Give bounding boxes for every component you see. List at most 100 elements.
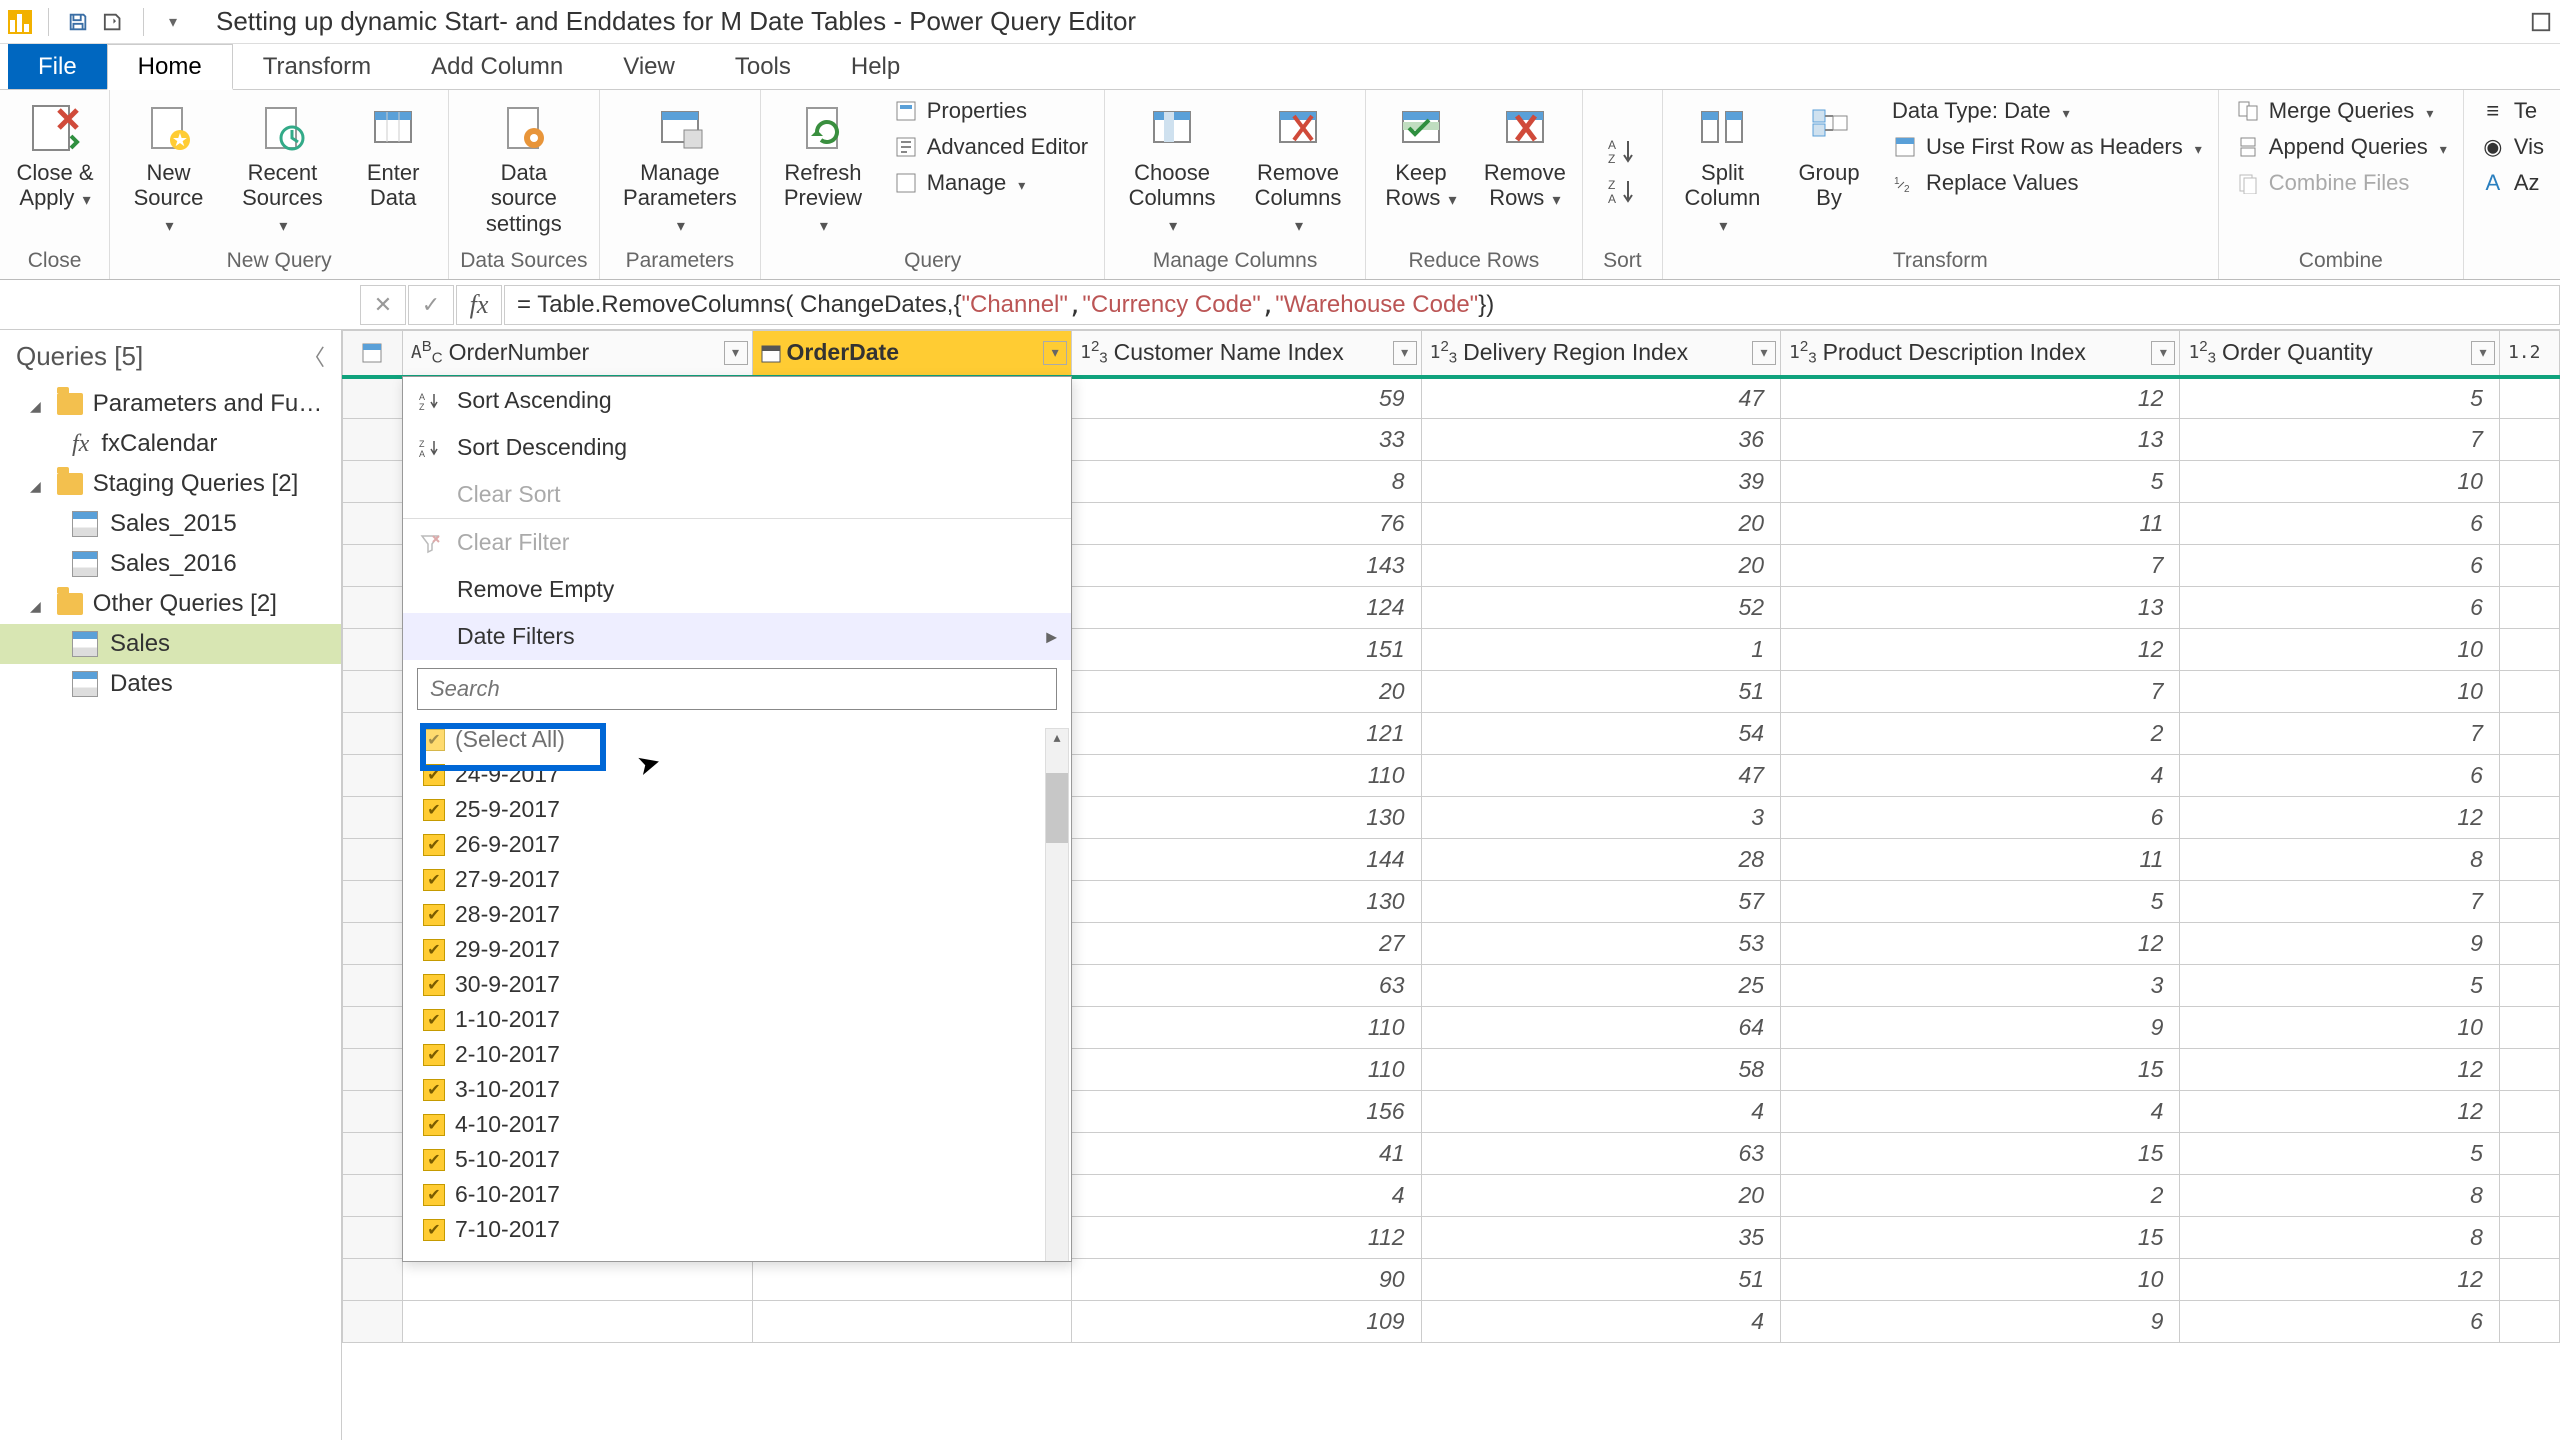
combine-files-button[interactable]: Combine Files (2229, 168, 2453, 198)
filter-check-item[interactable]: ✔4-10-2017 (417, 1107, 1057, 1142)
merge-queries-button[interactable]: Merge Queries (2229, 96, 2453, 126)
checkbox-icon[interactable]: ✔ (423, 764, 445, 786)
column-header-customer[interactable]: 123Customer Name Index ▾ (1072, 331, 1422, 377)
checkbox-icon[interactable]: ✔ (423, 1009, 445, 1031)
checkbox-icon[interactable]: ✔ (423, 1044, 445, 1066)
checkbox-icon[interactable]: ✔ (423, 974, 445, 996)
column-header-partial[interactable]: 1.2 (2499, 331, 2559, 377)
tab-add-column[interactable]: Add Column (401, 44, 593, 89)
checkbox-icon[interactable]: ✔ (423, 834, 445, 856)
column-dropdown-icon[interactable]: ▾ (1752, 341, 1776, 365)
filter-check-item[interactable]: ✔29-9-2017 (417, 932, 1057, 967)
query-item-sales[interactable]: Sales (0, 624, 341, 664)
filter-check-item[interactable]: ✔1-10-2017 (417, 1002, 1057, 1037)
checkbox-icon[interactable]: ✔ (423, 904, 445, 926)
filter-check-item[interactable]: ✔28-9-2017 (417, 897, 1057, 932)
filter-search[interactable] (417, 668, 1057, 710)
tab-home[interactable]: Home (107, 44, 233, 90)
query-group-staging[interactable]: Staging Queries [2] (0, 464, 341, 504)
checkbox-icon[interactable]: ✔ (423, 1184, 445, 1206)
collapse-queries-icon[interactable]: 〈 (303, 340, 325, 372)
date-filters-item[interactable]: Date Filters (403, 613, 1071, 660)
column-header-region[interactable]: 123Delivery Region Index ▾ (1421, 331, 1780, 377)
choose-columns-button[interactable]: Choose Columns (1115, 96, 1229, 240)
query-item-sales2016[interactable]: Sales_2016 (0, 544, 341, 584)
sort-descending-item[interactable]: ZASort Descending (403, 424, 1071, 471)
filter-check-item[interactable]: ✔30-9-2017 (417, 967, 1057, 1002)
filter-check-item[interactable]: ✔2-10-2017 (417, 1037, 1057, 1072)
remove-rows-button[interactable]: Remove Rows (1478, 96, 1572, 215)
close-apply-button[interactable]: Close & Apply (10, 96, 100, 215)
row-column-corner[interactable] (343, 331, 403, 377)
scrollbar-thumb[interactable] (1046, 773, 1068, 843)
query-group-other[interactable]: Other Queries [2] (0, 584, 341, 624)
column-dropdown-icon[interactable]: ▾ (2471, 341, 2495, 365)
tab-tools[interactable]: Tools (705, 44, 821, 89)
filter-check-item[interactable]: ✔26-9-2017 (417, 827, 1057, 862)
advanced-editor-button[interactable]: Advanced Editor (887, 132, 1094, 162)
column-header-quantity[interactable]: 123Order Quantity ▾ (2180, 331, 2500, 377)
first-row-headers-button[interactable]: Use First Row as Headers (1886, 132, 2208, 162)
query-item-fxcalendar[interactable]: fxfxCalendar (0, 424, 341, 464)
undo-dropdown-icon[interactable] (101, 9, 127, 35)
enter-data-button[interactable]: Enter Data (348, 96, 438, 215)
column-header-product[interactable]: 123Product Description Index ▾ (1781, 331, 2180, 377)
filter-scrollbar[interactable]: ▴ (1045, 728, 1069, 1261)
formula-confirm-button[interactable]: ✓ (408, 285, 454, 325)
queries-header[interactable]: Queries [5]〈 (0, 334, 341, 378)
filter-check-select-all[interactable]: ✔(Select All) (417, 722, 1057, 757)
checkbox-icon[interactable]: ✔ (423, 1114, 445, 1136)
checkbox-icon[interactable]: ✔ (423, 1079, 445, 1101)
query-group-parameters[interactable]: Parameters and Fu… (0, 384, 341, 424)
keep-rows-button[interactable]: Keep Rows (1376, 96, 1466, 215)
filter-check-item[interactable]: ✔3-10-2017 (417, 1072, 1057, 1107)
filter-check-item[interactable]: ✔6-10-2017 (417, 1177, 1057, 1212)
formula-cancel-button[interactable]: ✕ (360, 285, 406, 325)
filter-check-item[interactable]: ✔25-9-2017 (417, 792, 1057, 827)
split-column-button[interactable]: Split Column (1673, 96, 1772, 240)
refresh-preview-button[interactable]: Refresh Preview (771, 96, 875, 240)
query-item-dates[interactable]: Dates (0, 664, 341, 704)
remove-columns-button[interactable]: Remove Columns (1241, 96, 1355, 240)
replace-values-button[interactable]: 12Replace Values (1886, 168, 2208, 198)
column-header-ordernumber[interactable]: ABCOrderNumber ▾ (402, 331, 752, 377)
checkbox-icon[interactable]: ✔ (423, 869, 445, 891)
tab-view[interactable]: View (593, 44, 705, 89)
column-dropdown-icon[interactable]: ▾ (2151, 341, 2175, 365)
filter-search-input[interactable] (417, 668, 1057, 710)
new-source-button[interactable]: ★ New Source (120, 96, 217, 240)
filter-check-item[interactable]: ✔7-10-2017 (417, 1212, 1057, 1247)
text-analytics-button[interactable]: ≡Te (2474, 96, 2550, 126)
remove-empty-item[interactable]: Remove Empty (403, 566, 1071, 613)
recent-sources-button[interactable]: Recent Sources (229, 96, 336, 240)
checkbox-icon[interactable]: ✔ (423, 1219, 445, 1241)
maximize-icon[interactable] (2530, 11, 2552, 33)
fx-icon[interactable]: fx (456, 285, 502, 325)
column-dropdown-icon[interactable]: ▾ (724, 341, 748, 365)
azure-ml-button[interactable]: AAz (2474, 168, 2550, 198)
properties-button[interactable]: Properties (887, 96, 1094, 126)
column-dropdown-icon[interactable]: ▾ (1393, 341, 1417, 365)
sort-ascending-item[interactable]: AZSort Ascending (403, 377, 1071, 424)
data-source-settings-button[interactable]: Data source settings (459, 96, 588, 240)
query-item-sales2015[interactable]: Sales_2015 (0, 504, 341, 544)
save-icon[interactable] (65, 9, 91, 35)
sort-descending-button[interactable]: ZA (1606, 175, 1638, 207)
column-header-orderdate[interactable]: OrderDate ▾ (752, 331, 1072, 377)
filter-check-item[interactable]: ✔24-9-2017 (417, 757, 1057, 792)
table-row[interactable]: 109496 (343, 1301, 2560, 1343)
checkbox-icon[interactable]: ✔ (423, 1149, 445, 1171)
column-dropdown-icon[interactable]: ▾ (1043, 341, 1067, 365)
data-type-button[interactable]: Data Type: Date (1886, 96, 2208, 126)
append-queries-button[interactable]: Append Queries (2229, 132, 2453, 162)
manage-parameters-button[interactable]: Manage Parameters (610, 96, 751, 240)
vision-button[interactable]: ◉Vis (2474, 132, 2550, 162)
tab-help[interactable]: Help (821, 44, 930, 89)
sort-ascending-button[interactable]: AZ (1606, 135, 1638, 167)
checkbox-icon[interactable]: ✔ (423, 939, 445, 961)
manage-button[interactable]: Manage (887, 168, 1094, 198)
tab-file[interactable]: File (8, 44, 107, 89)
group-by-button[interactable]: Group By (1784, 96, 1874, 215)
tab-transform[interactable]: Transform (233, 44, 401, 89)
filter-check-item[interactable]: ✔5-10-2017 (417, 1142, 1057, 1177)
